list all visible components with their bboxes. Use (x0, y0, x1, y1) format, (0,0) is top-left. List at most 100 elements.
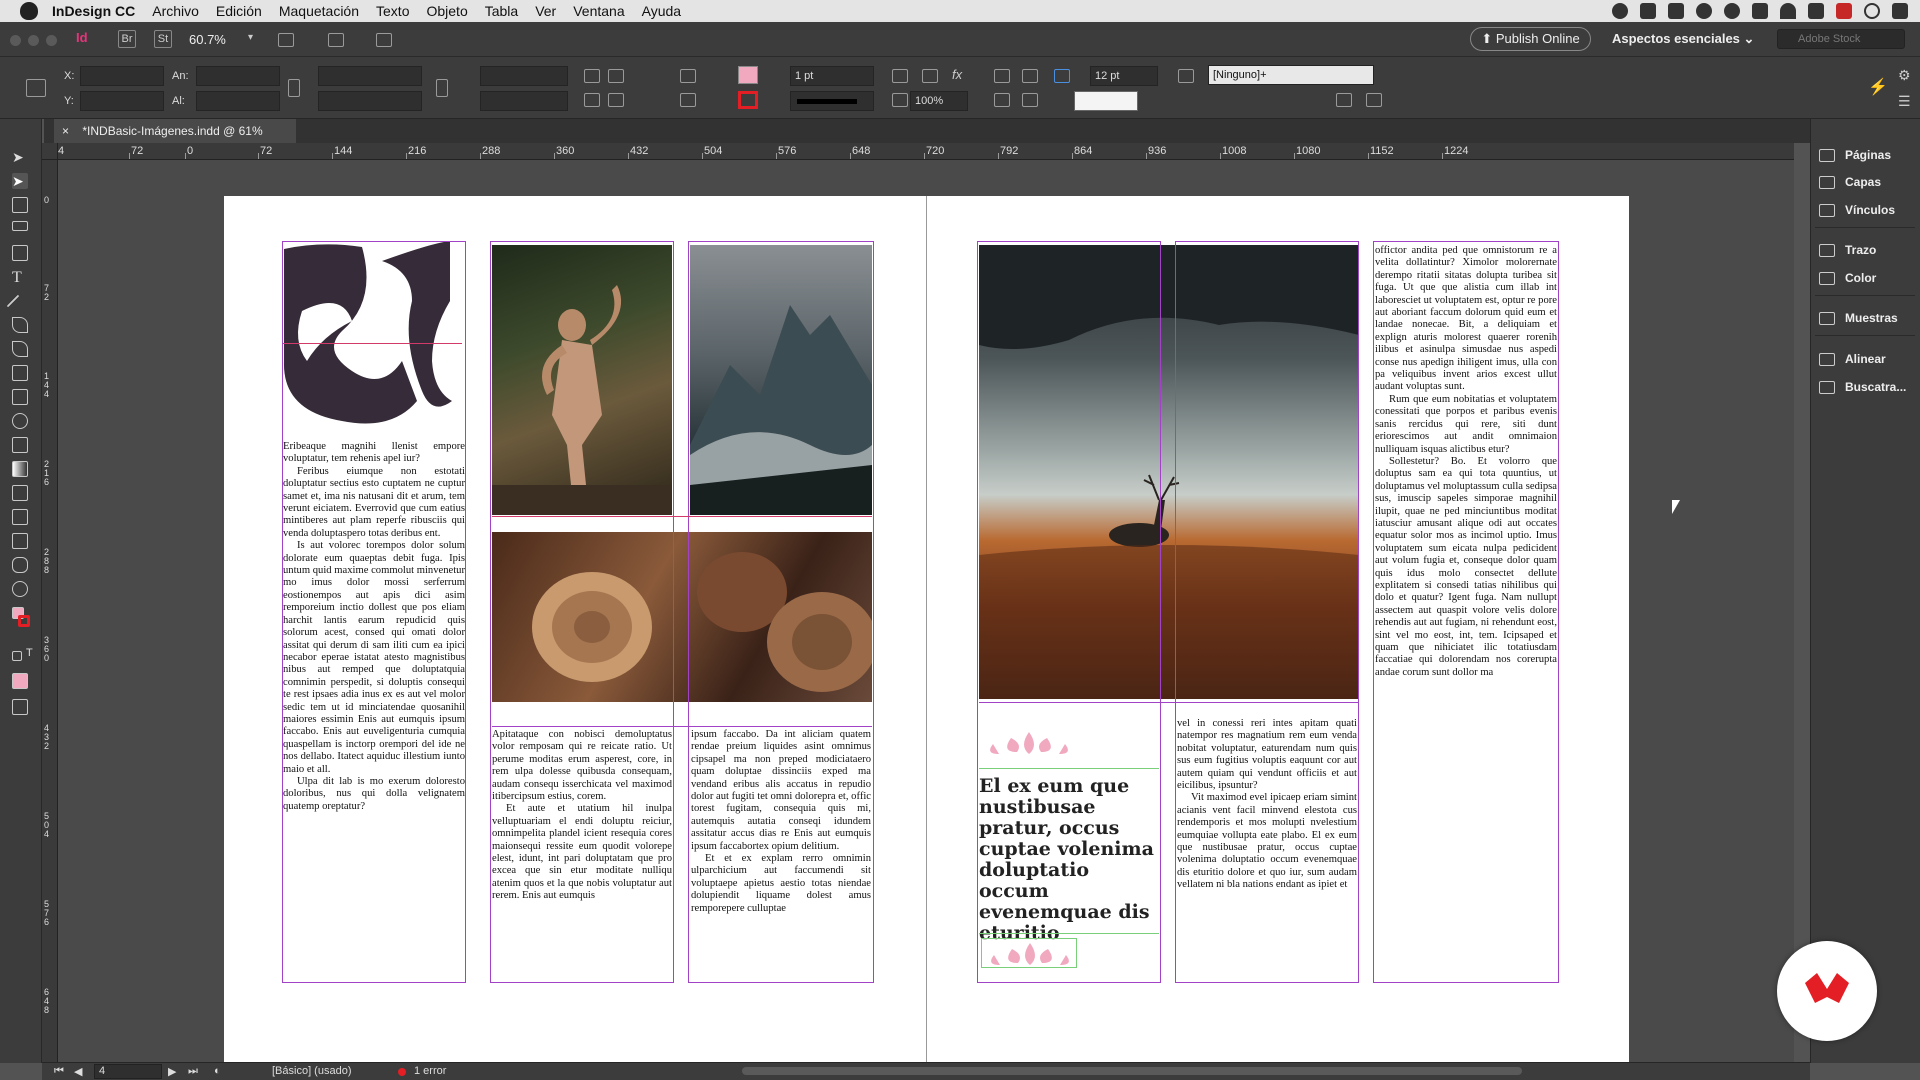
stroke-color-preview[interactable] (1074, 91, 1138, 111)
apple-icon[interactable] (20, 2, 38, 20)
eyedropper-tool-icon[interactable] (12, 533, 28, 549)
wrap-none-icon[interactable] (994, 69, 1010, 83)
pasteboard[interactable]: Eribeaque magnihi llenist empore volupta… (58, 160, 1794, 1062)
rotate-cw-icon[interactable] (584, 69, 600, 83)
align-left-icon[interactable] (994, 93, 1010, 107)
panel-menu-icon[interactable]: ☰ (1898, 93, 1911, 110)
reference-point-icon[interactable] (26, 79, 46, 97)
type-tool-icon[interactable]: T (12, 269, 28, 286)
effects-icon[interactable]: fx (952, 67, 962, 82)
note-tool-icon[interactable] (12, 509, 28, 525)
gap-tool-icon-left[interactable] (12, 221, 28, 231)
format-text-icon[interactable]: T (26, 647, 33, 659)
panel-trazo[interactable]: Trazo (1819, 239, 1876, 261)
volume-icon[interactable] (1808, 3, 1824, 19)
gradient-tool-icon[interactable] (12, 461, 28, 477)
bridge-button[interactable]: Br (118, 30, 136, 48)
rectangle-tool-icon[interactable] (12, 389, 28, 405)
text-frame-left-col3[interactable]: ipsum faccabo. Da int aliciam quatem ren… (691, 729, 871, 981)
object-style-icon[interactable] (1178, 69, 1194, 83)
window-zoom-button[interactable] (46, 35, 57, 46)
horizontal-scrollbar-thumb[interactable] (742, 1067, 1522, 1075)
document-tab[interactable]: × *INDBasic-Imágenes.indd @ 61% (54, 119, 296, 143)
window-close-button[interactable] (10, 35, 21, 46)
align-center-icon[interactable] (1022, 93, 1038, 107)
ruler-origin[interactable] (42, 143, 58, 160)
menu-app-name[interactable]: InDesign CC (52, 3, 135, 19)
scale-y-field[interactable] (318, 91, 422, 111)
panel-paginas[interactable]: Páginas (1819, 144, 1891, 166)
screen-mode-tool-icon[interactable] (12, 699, 28, 715)
line-tool-icon[interactable] (6, 294, 20, 308)
arrange-docs-icon[interactable] (376, 33, 392, 47)
next-page-icon[interactable]: ▶ (168, 1065, 176, 1078)
menu-ver[interactable]: Ver (535, 3, 556, 19)
menu-maquetacion[interactable]: Maquetación (279, 3, 359, 19)
flip-horizontal-icon[interactable] (584, 93, 600, 107)
view-options-icon[interactable] (278, 33, 294, 47)
fill-swatch[interactable] (738, 66, 758, 84)
height-field[interactable] (196, 91, 280, 111)
gear-icon[interactable]: ⚙ (1898, 67, 1911, 84)
format-container-icon[interactable] (12, 651, 22, 661)
text-frame-left-col2[interactable]: Apitataque con nobisci demoluptatus volo… (492, 729, 672, 981)
page-tool-icon[interactable] (12, 197, 28, 213)
cloud-icon[interactable] (1724, 3, 1740, 19)
opacity-field[interactable]: 100% (910, 91, 968, 111)
chevron-down-icon[interactable]: ▾ (248, 32, 253, 43)
apply-color-icon[interactable] (12, 673, 28, 689)
workspace-switcher[interactable]: Aspectos esenciales ⌄ (1612, 31, 1754, 47)
direct-selection-tool-icon[interactable]: ➤ (12, 173, 28, 189)
pencil-tool-icon[interactable] (12, 341, 28, 357)
flip-vertical-icon[interactable] (608, 93, 624, 107)
scale-x-field[interactable] (318, 66, 422, 86)
menu-ayuda[interactable]: Ayuda (642, 3, 681, 19)
prev-page-icon[interactable]: ◀ (74, 1065, 82, 1078)
menu-archivo[interactable]: Archivo (152, 3, 199, 19)
panel-color[interactable]: Color (1819, 267, 1876, 289)
right-page[interactable]: El ex eum que nustibusae pratur, occus c… (927, 196, 1629, 1062)
panel-muestras[interactable]: Muestras (1819, 307, 1898, 329)
free-transform-tool-icon[interactable] (12, 437, 28, 453)
search-icon[interactable] (1864, 3, 1880, 19)
stroke-type-select[interactable] (790, 91, 874, 111)
pen-tool-icon[interactable] (12, 317, 28, 333)
ornament-bottom[interactable] (981, 938, 1077, 968)
cc-icon[interactable] (1696, 3, 1712, 19)
stroke-color-icon[interactable] (18, 615, 30, 627)
selection-tool-icon[interactable]: ➤ (12, 149, 28, 165)
page-number-field[interactable]: 4 (94, 1064, 162, 1079)
drop-shadow-icon[interactable] (922, 69, 938, 83)
lightning-icon[interactable]: ⚡ (1868, 77, 1888, 97)
y-field[interactable] (80, 91, 164, 111)
select-content-icon[interactable] (680, 93, 696, 107)
content-collector-icon[interactable] (12, 245, 28, 261)
menu-texto[interactable]: Texto (376, 3, 409, 19)
heading-pullquote[interactable]: El ex eum que nustibusae pratur, occus c… (979, 776, 1159, 944)
adobe-stock-search[interactable]: Adobe Stock (1777, 29, 1905, 49)
preflight-icon[interactable]: ◐ (214, 1065, 221, 1077)
error-count[interactable]: 1 error (414, 1065, 446, 1077)
list-icon[interactable] (1892, 3, 1908, 19)
menu-objeto[interactable]: Objeto (426, 3, 467, 19)
text-frame-right-col2[interactable]: vel in conessi reri intes apitam quati n… (1177, 718, 1357, 981)
style-options-icon[interactable] (1366, 93, 1382, 107)
last-page-icon[interactable]: ⏭ (188, 1065, 198, 1078)
menu-edicion[interactable]: Edición (216, 3, 262, 19)
zoom-tool-icon[interactable] (12, 581, 28, 597)
horizontal-ruler[interactable]: 4 72 0 72 144 216 288 360 432 504 576 648 720 792 864 9… (58, 143, 1794, 160)
panel-capas[interactable]: Capas (1819, 171, 1881, 193)
ornament-top[interactable] (981, 728, 1077, 758)
vertical-ruler[interactable]: 0 7 2 1 4 4 2 1 6 2 8 8 3 6 0 4 3 2 5 0 4 5 7 6 6… (42, 160, 58, 1062)
left-page[interactable]: Eribeaque magnihi llenist empore volupta… (224, 196, 926, 1062)
stroke-weight-field[interactable]: 1 pt (790, 66, 874, 86)
dollar-icon[interactable] (1752, 3, 1768, 19)
first-page-icon[interactable]: ⏮ (54, 1065, 64, 1078)
close-icon[interactable]: × (62, 124, 69, 138)
record-icon[interactable] (1612, 3, 1628, 19)
zoom-level[interactable]: 60.7% (189, 32, 226, 47)
select-container-icon[interactable] (680, 69, 696, 83)
panel-buscatrazos[interactable]: Buscatra... (1819, 376, 1906, 398)
gap-tool-icon[interactable] (1054, 69, 1070, 83)
scale-link-icon[interactable] (436, 79, 448, 97)
